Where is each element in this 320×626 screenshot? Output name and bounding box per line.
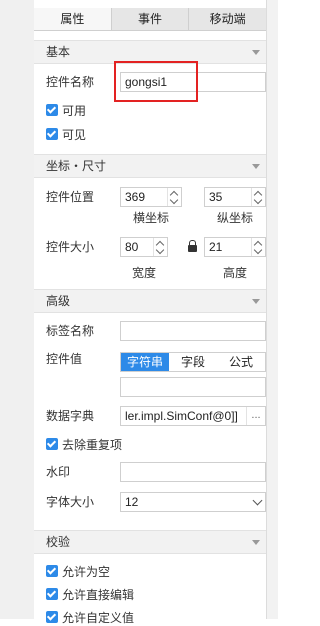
left-gutter: [0, 0, 34, 619]
data-dict-value: ler.impl.SimConf@0]]: [125, 409, 238, 423]
height-spinner[interactable]: 21: [204, 237, 266, 257]
section-advanced[interactable]: 高级: [34, 289, 266, 313]
collapse-icon[interactable]: [252, 164, 260, 169]
watermark-label: 水印: [46, 465, 71, 479]
position-label: 控件位置: [46, 190, 95, 204]
widget-value-input[interactable]: [120, 377, 266, 397]
section-coords-title: 坐标・尺寸: [46, 159, 107, 173]
lock-icon[interactable]: [188, 240, 197, 252]
mode-string[interactable]: 字符串: [121, 353, 169, 371]
visible-label: 可见: [62, 127, 87, 142]
tag-name-label: 标签名称: [46, 324, 95, 338]
allow-custom-value-checkbox[interactable]: 允许自定义值: [46, 609, 134, 625]
x-caption: 横坐标: [132, 211, 169, 225]
collapse-icon[interactable]: [252, 540, 260, 545]
mode-formula[interactable]: 公式: [217, 353, 265, 371]
more-icon[interactable]: ...: [246, 407, 265, 425]
x-value: 369: [125, 190, 146, 204]
chevron-down-icon[interactable]: [169, 195, 179, 205]
font-size-label: 字体大小: [46, 495, 95, 509]
dedupe-checkbox[interactable]: 去除重复项: [46, 436, 122, 452]
panel-tabs: 属性 事件 移动端: [34, 8, 266, 31]
dedupe-label: 去除重复项: [62, 437, 123, 452]
checkbox-checked-icon: [46, 438, 58, 450]
right-edge: [266, 0, 278, 619]
highlight-box: [114, 61, 198, 102]
watermark-input[interactable]: [120, 462, 266, 482]
font-size-value: 12: [125, 495, 139, 509]
size-label: 控件大小: [46, 240, 95, 254]
chevron-down-icon[interactable]: [253, 245, 263, 255]
width-caption: 宽度: [131, 266, 156, 280]
height-caption: 高度: [222, 266, 247, 280]
font-size-select[interactable]: 12: [120, 492, 266, 512]
checkbox-checked-icon: [46, 128, 58, 140]
checkbox-checked-icon: [46, 611, 58, 623]
allow-empty-label: 允许为空: [62, 564, 111, 579]
enabled-checkbox[interactable]: 可用: [46, 102, 86, 118]
data-dict-label: 数据字典: [46, 409, 95, 423]
section-coords[interactable]: 坐标・尺寸: [34, 154, 266, 178]
height-value: 21: [209, 240, 223, 254]
allow-direct-edit-label: 允许直接编辑: [62, 587, 135, 602]
width-stepper-arrows[interactable]: [153, 238, 167, 256]
height-stepper-arrows[interactable]: [251, 238, 265, 256]
checkbox-checked-icon: [46, 565, 58, 577]
section-basic-title: 基本: [46, 45, 71, 59]
collapse-icon[interactable]: [252, 299, 260, 304]
data-dict-field[interactable]: ler.impl.SimConf@0]] ...: [120, 406, 266, 426]
value-mode-switch: 字符串 字段 公式: [120, 352, 266, 372]
section-validation[interactable]: 校验: [34, 530, 266, 554]
collapse-icon[interactable]: [252, 50, 260, 55]
x-stepper-arrows[interactable]: [167, 188, 181, 206]
allow-custom-value-label: 允许自定义值: [62, 610, 135, 625]
checkbox-checked-icon: [46, 104, 58, 116]
chevron-down-icon[interactable]: [253, 195, 263, 205]
widget-value-label: 控件值: [46, 352, 83, 366]
y-spinner[interactable]: 35: [204, 187, 266, 207]
tag-name-input[interactable]: [120, 321, 266, 341]
section-advanced-title: 高级: [46, 294, 71, 308]
enabled-label: 可用: [62, 103, 87, 118]
width-value: 80: [125, 240, 139, 254]
widget-name-label: 控件名称: [46, 75, 95, 89]
y-value: 35: [209, 190, 223, 204]
x-spinner[interactable]: 369: [120, 187, 182, 207]
y-stepper-arrows[interactable]: [251, 188, 265, 206]
y-caption: 纵坐标: [216, 211, 253, 225]
section-validation-title: 校验: [46, 535, 71, 549]
chevron-down-icon[interactable]: [155, 245, 165, 255]
allow-direct-edit-checkbox[interactable]: 允许直接编辑: [46, 586, 134, 602]
allow-empty-checkbox[interactable]: 允许为空: [46, 563, 110, 579]
tab-properties[interactable]: 属性: [34, 8, 112, 30]
tab-events[interactable]: 事件: [112, 8, 190, 30]
mode-field[interactable]: 字段: [169, 353, 217, 371]
checkbox-checked-icon: [46, 588, 58, 600]
width-spinner[interactable]: 80: [120, 237, 168, 257]
tab-mobile[interactable]: 移动端: [189, 8, 266, 30]
visible-checkbox[interactable]: 可见: [46, 126, 86, 142]
chevron-down-icon[interactable]: [252, 495, 263, 506]
